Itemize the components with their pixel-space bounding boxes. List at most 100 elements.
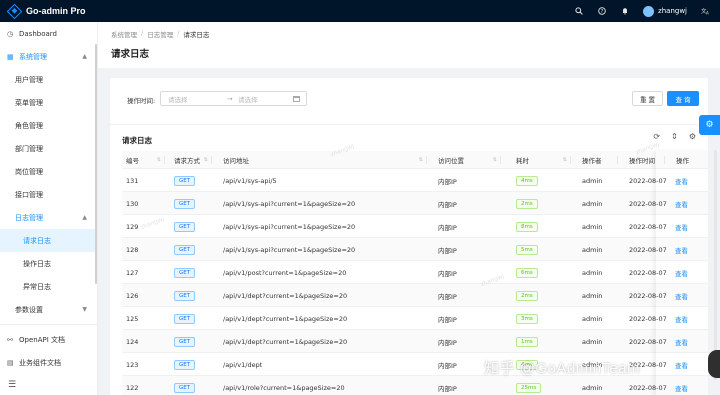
sidebar-item-logs[interactable]: 日志管理 ▲ bbox=[0, 206, 97, 229]
bell-icon[interactable] bbox=[620, 7, 629, 16]
column-header-cost[interactable]: 耗时 ⇅ bbox=[501, 151, 571, 169]
action-text[interactable]: 查看 bbox=[675, 176, 688, 186]
sidebar-item-label: 异常日志 bbox=[23, 282, 51, 291]
view-link[interactable]: 查看 bbox=[675, 376, 688, 395]
sidebar-item-openapi[interactable]: ⚯ OpenAPI 文档 bbox=[0, 328, 97, 351]
sidebar-item-apis[interactable]: 接口管理 bbox=[0, 183, 97, 206]
view-link[interactable]: 查看 bbox=[675, 307, 688, 330]
column-header-method[interactable]: 请求方式 ⇅ bbox=[165, 151, 212, 169]
action-text[interactable]: 查看 bbox=[675, 199, 688, 209]
column-header-location[interactable]: 访问位置 ⇅ bbox=[427, 151, 501, 169]
action-text[interactable]: 查看 bbox=[675, 360, 688, 370]
density-icon[interactable]: ⇕ bbox=[671, 132, 678, 141]
table-row[interactable]: 125 GET/api/v1/dept?current=1&pageSize=20… bbox=[122, 307, 708, 330]
action-text[interactable]: 查看 bbox=[675, 245, 688, 255]
view-link[interactable]: 查看 bbox=[675, 330, 688, 353]
help-icon[interactable]: ? bbox=[597, 7, 606, 16]
cell-method: GET bbox=[174, 284, 196, 307]
reset-button[interactable]: 重 置 bbox=[632, 91, 663, 106]
app-logo[interactable]: Go-admin Pro bbox=[0, 0, 86, 22]
view-link[interactable]: 查看 bbox=[675, 169, 688, 192]
view-link[interactable]: 查看 bbox=[675, 215, 688, 238]
cost-tag: 4ms bbox=[516, 175, 538, 186]
table-toolbar: ⟳ ⇕ ⚙ bbox=[653, 132, 696, 141]
sidebar-item-dashboard[interactable]: ◷ Dashboard bbox=[0, 22, 97, 45]
view-link[interactable]: 查看 bbox=[675, 261, 688, 284]
action-text[interactable]: 查看 bbox=[675, 383, 688, 393]
url-text: /api/v1/sys-api/5 bbox=[223, 176, 277, 185]
sidebar-item-operation-logs[interactable]: 操作日志 bbox=[0, 252, 97, 275]
sidebar-item-exception-logs[interactable]: 异常日志 bbox=[0, 275, 97, 298]
sidebar-item-label: 菜单管理 bbox=[15, 98, 43, 107]
cell-method: GET bbox=[174, 353, 196, 376]
sidebar-item-request-logs[interactable]: 请求日志 bbox=[0, 229, 97, 252]
sidebar-item-params[interactable]: 参数设置 ▼ bbox=[0, 298, 97, 321]
calendar-icon bbox=[293, 95, 300, 102]
sidebar-item-depts[interactable]: 部门管理 bbox=[0, 137, 97, 160]
action-text[interactable]: 查看 bbox=[675, 337, 688, 347]
column-header-operator[interactable]: 操作者 bbox=[571, 151, 618, 169]
table-row[interactable]: 128 GET/api/v1/sys-api?current=1&pageSize… bbox=[122, 238, 708, 261]
sidebar-item-menus[interactable]: 菜单管理 bbox=[0, 91, 97, 114]
action-text[interactable]: 查看 bbox=[675, 314, 688, 324]
table-row[interactable]: 127 GET/api/v1/post?current=1&pageSize=20… bbox=[122, 261, 708, 284]
sort-icon[interactable]: ⇅ bbox=[204, 157, 208, 163]
column-header-url[interactable]: 访问地址 ⇅ bbox=[212, 151, 427, 169]
sidebar-item-system[interactable]: ▦ 系统管理 ▲ bbox=[0, 45, 97, 68]
column-settings-icon[interactable]: ⚙ bbox=[689, 132, 696, 141]
date-range-picker[interactable]: 请选择 → 请选择 bbox=[160, 91, 307, 106]
search-icon[interactable] bbox=[574, 7, 583, 16]
sidebar-item-roles[interactable]: 角色管理 bbox=[0, 114, 97, 137]
url-text: /api/v1/dept?current=1&pageSize=20 bbox=[223, 314, 348, 323]
view-link[interactable]: 查看 bbox=[675, 192, 688, 215]
column-header-time[interactable]: 操作时间 bbox=[618, 151, 665, 169]
location-text: 内部IP bbox=[438, 200, 457, 209]
page-scrollbar[interactable] bbox=[714, 150, 717, 380]
table-row[interactable]: 131 GET/api/v1/sys-api/5 内部IP 4ms admin 2022-… bbox=[122, 169, 708, 192]
settings-drawer-button[interactable]: ⚙ bbox=[699, 115, 720, 135]
view-link[interactable]: 查看 bbox=[675, 284, 688, 307]
cell-location: 内部IP bbox=[438, 192, 457, 215]
sidebar-scrollbar[interactable] bbox=[95, 44, 97, 284]
menu-collapse-icon[interactable]: ☰ bbox=[8, 380, 16, 390]
action-text[interactable]: 查看 bbox=[675, 222, 688, 232]
action-text[interactable]: 查看 bbox=[675, 291, 688, 301]
sidebar-item-label: OpenAPI 文档 bbox=[19, 335, 65, 344]
view-link[interactable]: 查看 bbox=[675, 238, 688, 261]
breadcrumb-item[interactable]: 系统管理 bbox=[111, 29, 137, 39]
id-text: 127 bbox=[126, 268, 139, 277]
cell-url: /api/v1/sys-api?current=1&pageSize=20 bbox=[223, 238, 355, 261]
action-text[interactable]: 查看 bbox=[675, 268, 688, 278]
sort-icon[interactable]: ⇅ bbox=[157, 157, 161, 163]
reload-icon[interactable]: ⟳ bbox=[653, 132, 660, 141]
sort-icon[interactable]: ⇅ bbox=[419, 157, 423, 163]
end-date-input[interactable]: 请选择 bbox=[238, 94, 258, 104]
time-text: 2022-08-07 bbox=[629, 268, 667, 277]
table-row[interactable]: 124 GET/api/v1/dept?current=1&pageSize=20… bbox=[122, 330, 708, 353]
location-text: 内部IP bbox=[438, 315, 457, 324]
user-menu[interactable]: zhangwj bbox=[643, 5, 687, 17]
cost-tag: 2ms bbox=[516, 198, 538, 209]
view-link[interactable]: 查看 bbox=[675, 353, 688, 376]
sort-icon[interactable]: ⇅ bbox=[493, 157, 497, 163]
sort-icon[interactable]: ⇅ bbox=[563, 157, 567, 163]
sidebar-item-users[interactable]: 用户管理 bbox=[0, 68, 97, 91]
translate-icon[interactable]: 文A bbox=[701, 7, 710, 16]
time-text: 2022-08-07 bbox=[629, 337, 667, 346]
query-button[interactable]: 查 询 bbox=[667, 91, 699, 106]
table-row[interactable]: 130 GET/api/v1/sys-api?current=1&pageSize… bbox=[122, 192, 708, 215]
cell-method: GET bbox=[174, 192, 196, 215]
cell-method: GET bbox=[174, 169, 196, 192]
sidebar-item-posts[interactable]: 岗位管理 bbox=[0, 160, 97, 183]
table-row[interactable]: 122 GET/api/v1/role?current=1&pageSize=20… bbox=[122, 376, 708, 395]
sidebar-item-label: 角色管理 bbox=[15, 121, 43, 130]
table-row[interactable]: 126 GET/api/v1/dept?current=1&pageSize=20… bbox=[122, 284, 708, 307]
page-header: 系统管理 / 日志管理 / 请求日志 请求日志 bbox=[98, 22, 720, 68]
floating-widget[interactable] bbox=[708, 350, 720, 378]
column-header-id[interactable]: 编号 ⇅ bbox=[126, 151, 165, 169]
start-date-input[interactable]: 请选择 bbox=[168, 94, 188, 104]
cost-tag: 1ms bbox=[516, 336, 538, 347]
table-row[interactable]: 129 GET/api/v1/sys-api?current=1&pageSize… bbox=[122, 215, 708, 238]
sidebar-item-component-docs[interactable]: ▤ 业务组件文档 bbox=[0, 351, 97, 374]
breadcrumb-item[interactable]: 日志管理 bbox=[147, 29, 173, 39]
